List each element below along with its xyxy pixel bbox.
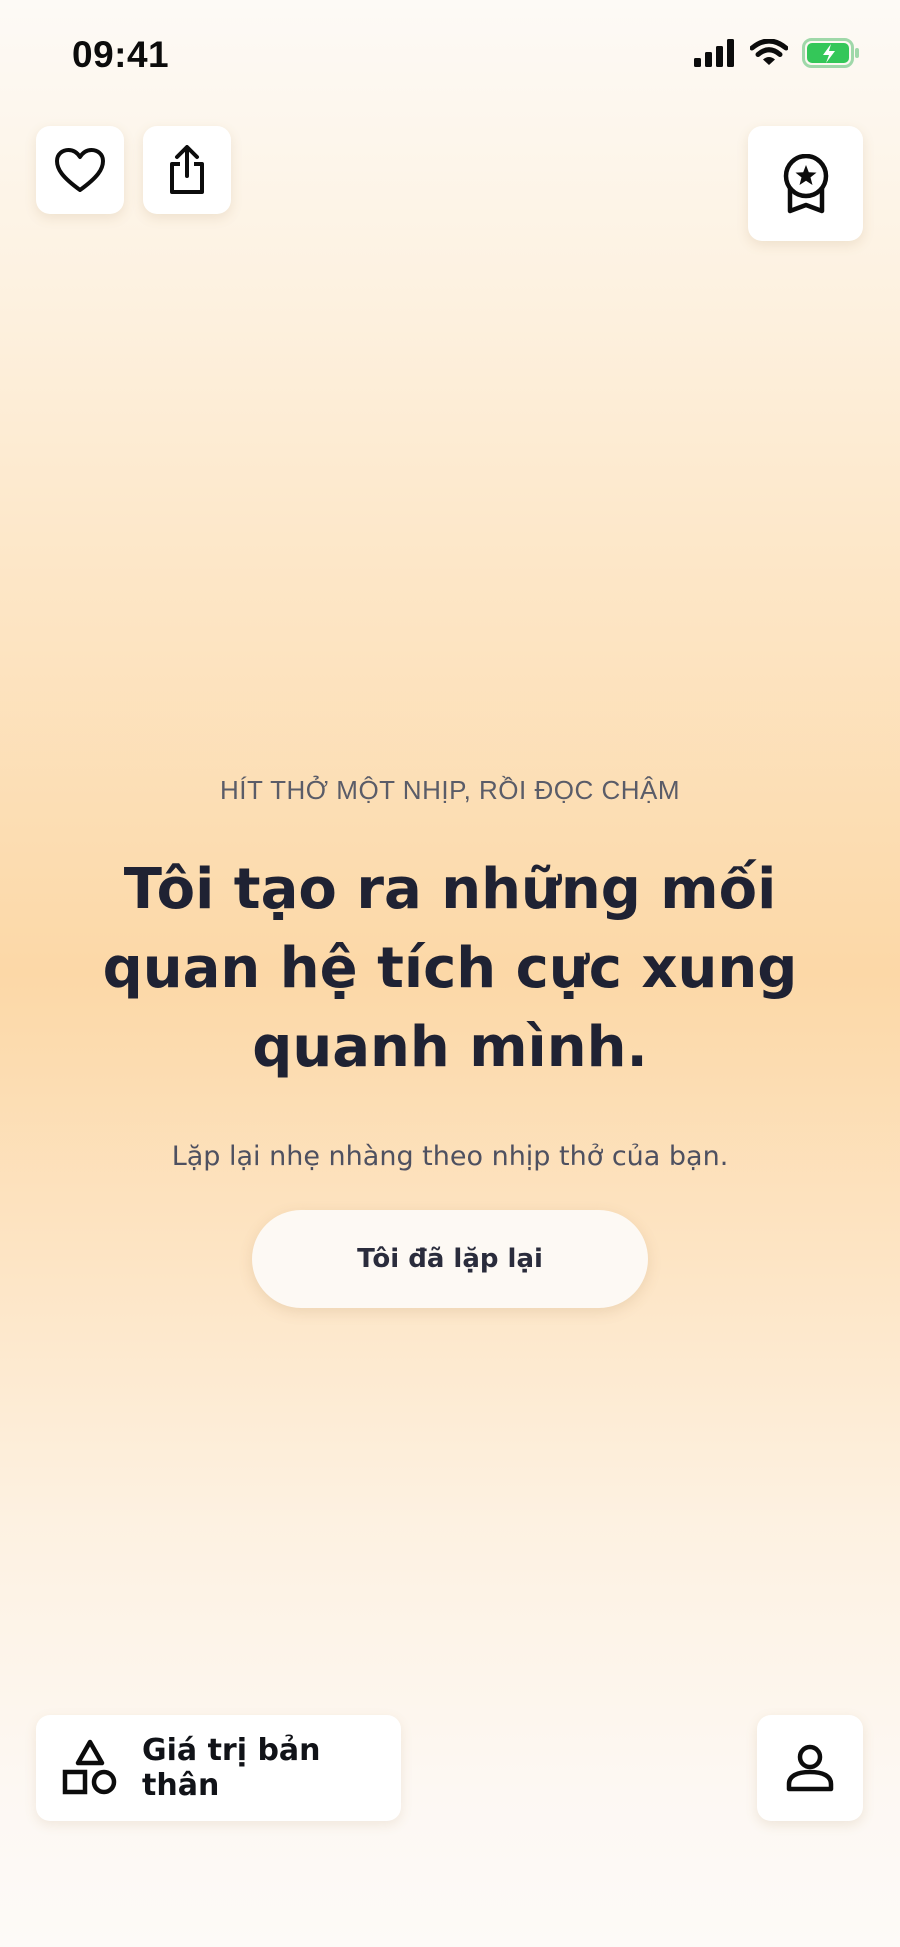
affirmation-text: Tôi tạo ra những mối quan hệ tích cực xu… xyxy=(102,857,798,1080)
breathing-instruction: HÍT THỞ MỘT NHỊP, RỒI ĐỌC CHẬM xyxy=(219,775,681,805)
status-icons xyxy=(694,38,860,68)
profile-button[interactable] xyxy=(757,1715,863,1821)
wifi-icon xyxy=(750,39,788,65)
affirmation-panel: HÍT THỞ MỘT NHỊP, RỒI ĐỌC CHẬM Tôi tạo r… xyxy=(0,775,900,1308)
award-badge-icon xyxy=(783,153,828,213)
repeated-button[interactable]: Tôi đã lặp lại xyxy=(252,1210,648,1308)
battery-charging-icon xyxy=(802,38,859,68)
heart-icon xyxy=(55,148,105,192)
person-icon xyxy=(786,1744,834,1792)
share-icon xyxy=(170,145,204,194)
achievements-button[interactable] xyxy=(748,126,863,241)
category-button[interactable]: Giá trị bản thân xyxy=(36,1715,401,1821)
repeat-hint: Lặp lại nhẹ nhàng theo nhịp thở của bạn. xyxy=(171,1141,729,1172)
share-button[interactable] xyxy=(143,126,231,214)
status-time: 09:41 xyxy=(72,34,170,75)
shapes-icon xyxy=(62,1739,118,1797)
favorite-button[interactable] xyxy=(36,126,124,214)
app-screen: 09:41 HÍT THỞ MỘT NHỊP, RỒI ĐỌC CHẬM Tôi… xyxy=(0,0,900,1947)
category-label: Giá trị bản thân xyxy=(142,1733,321,1803)
cellular-signal-icon xyxy=(694,39,734,67)
